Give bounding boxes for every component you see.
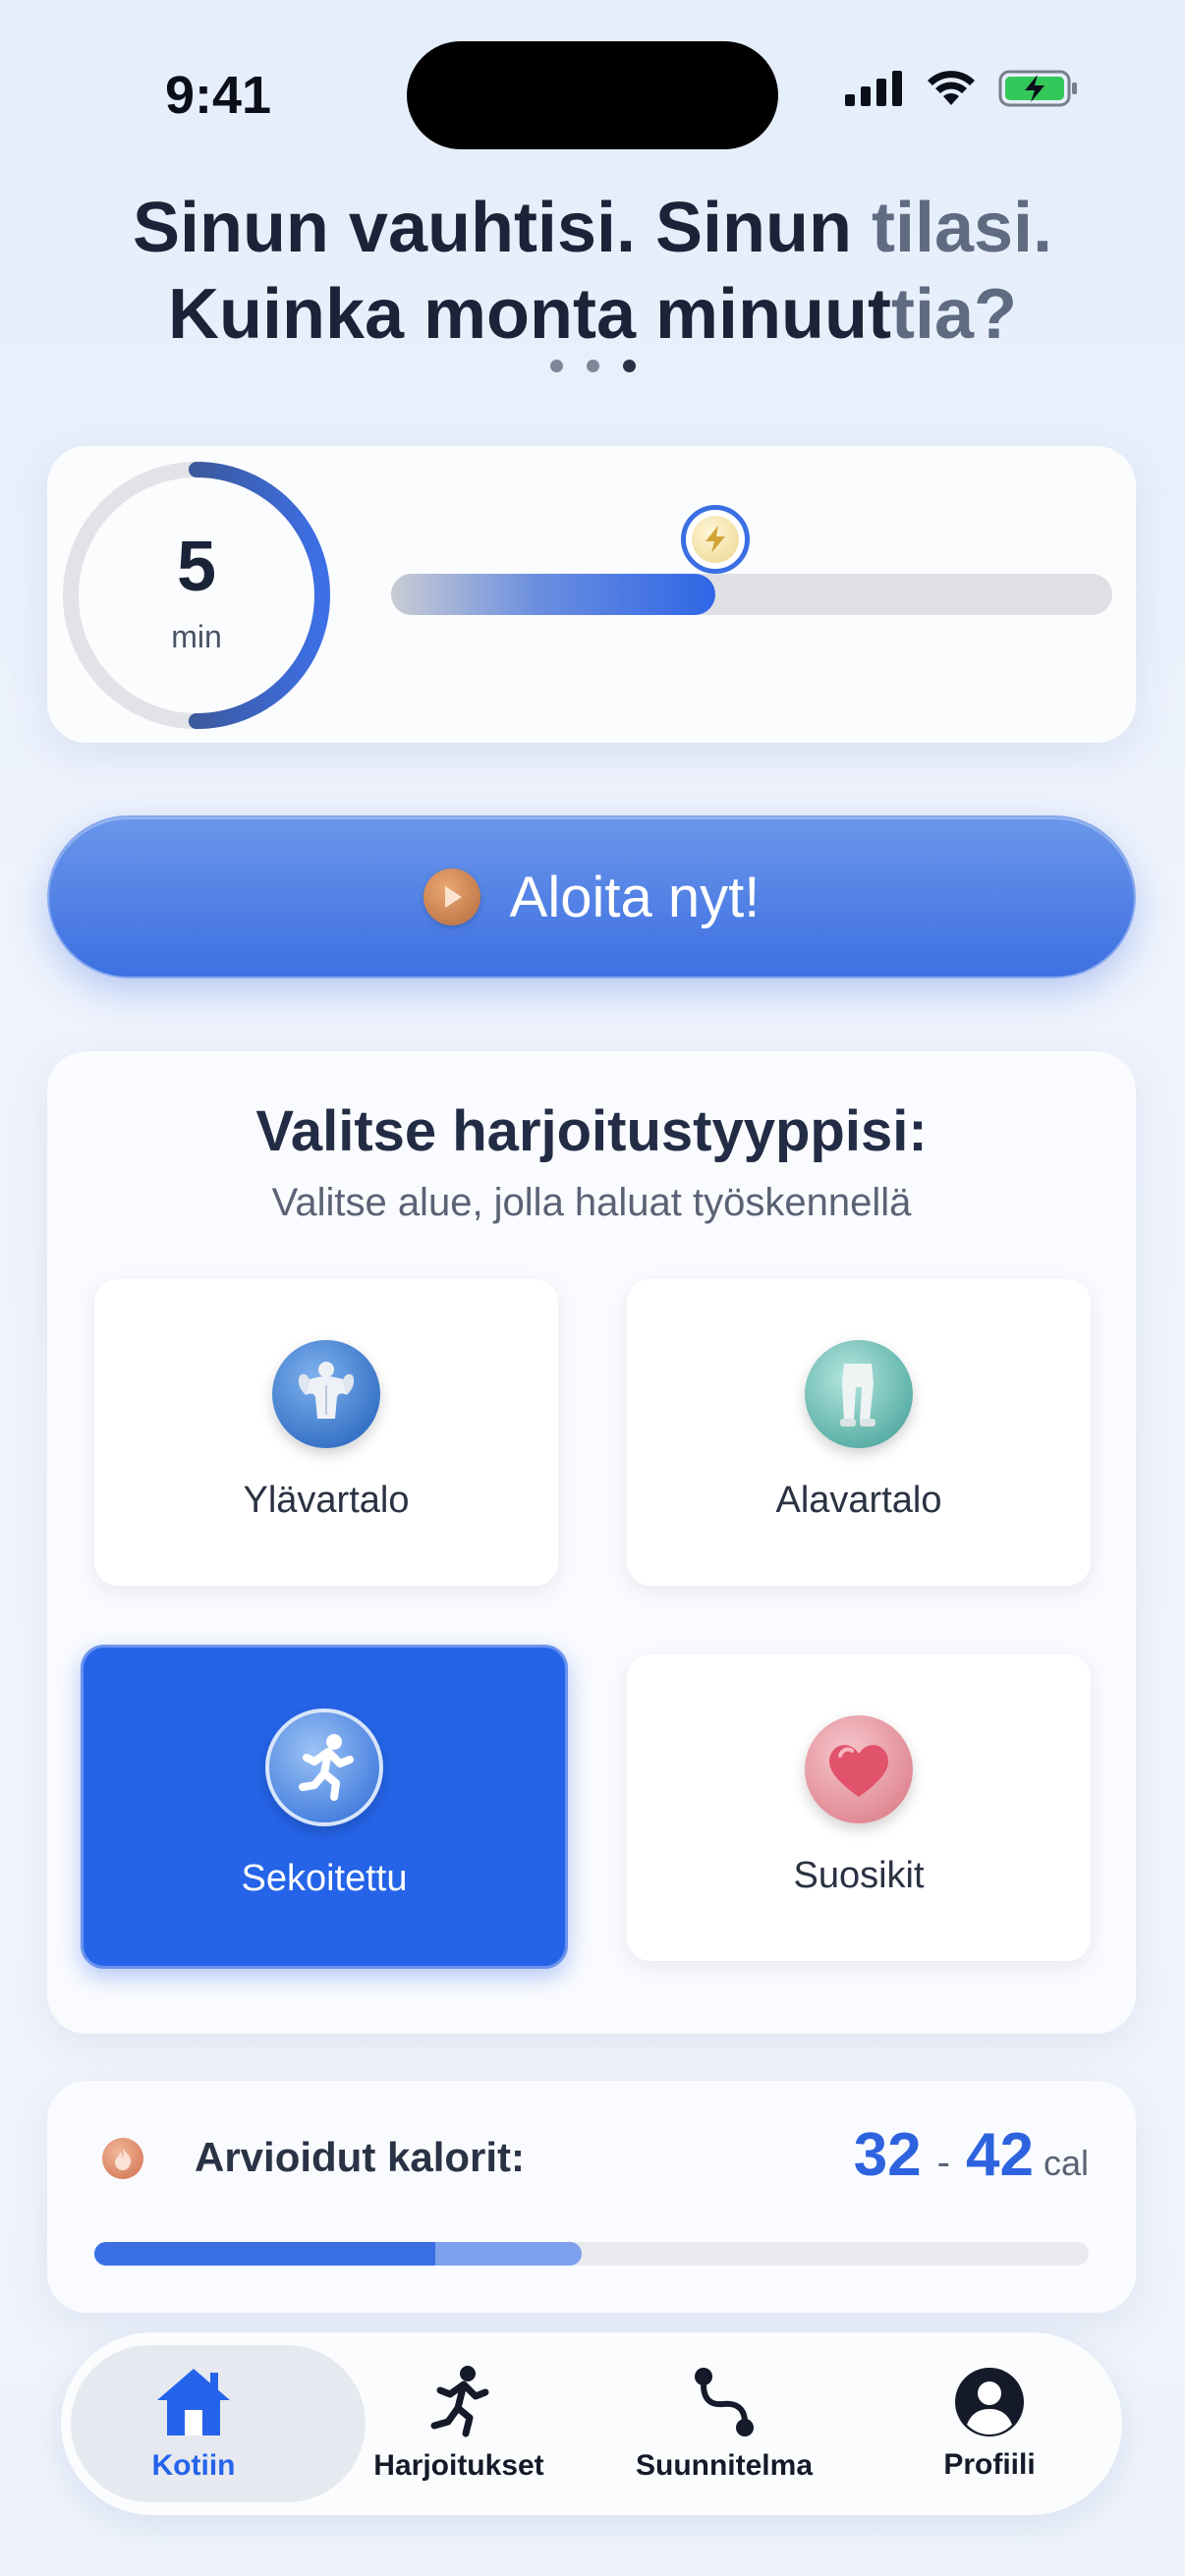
tab-label: Kotiin xyxy=(151,2449,236,2482)
tab-label: Harjoitukset xyxy=(373,2449,544,2482)
calories-card: Arvioidut kalorit: 32 - 42 cal xyxy=(47,2081,1136,2313)
workout-type-subtitle: Valitse alue, jolla haluat työskennellä xyxy=(271,1181,912,1224)
tab-workouts[interactable]: Harjoitukset xyxy=(326,2345,592,2502)
tab-label: Suunnitelma xyxy=(635,2449,813,2482)
duration-slider[interactable] xyxy=(391,574,1112,615)
play-icon xyxy=(423,868,480,925)
tab-label: Profiili xyxy=(943,2448,1036,2481)
calories-unit: cal xyxy=(1043,2143,1089,2183)
page-dot[interactable] xyxy=(586,360,599,372)
upper-body-icon xyxy=(272,1340,380,1448)
page-title-line-2: Kuinka monta minuuttia? xyxy=(167,275,1017,354)
duration-slider-fill xyxy=(391,574,716,615)
runner-icon xyxy=(430,2366,489,2437)
tab-profile[interactable]: Profiili xyxy=(857,2345,1122,2502)
duration-value: 5 xyxy=(176,528,217,606)
workout-option-label: Sekoitettu xyxy=(241,1858,408,1899)
wifi-icon xyxy=(928,71,975,105)
calories-progress-bar xyxy=(94,2242,1089,2266)
page-title-line-1: Sinun vauhtisi. Sinun tilasi. xyxy=(132,189,1053,267)
status-time: 9:41 xyxy=(165,66,272,125)
calories-separator: - xyxy=(936,2141,950,2184)
duration-slider-thumb[interactable] xyxy=(681,505,751,574)
profile-icon xyxy=(955,2368,1024,2436)
dynamic-island xyxy=(407,41,778,149)
battery-charging-icon xyxy=(998,70,1077,107)
workout-type-card: Valitse harjoitustyyppisi: Valitse alue,… xyxy=(47,1051,1136,2034)
workout-type-title: Valitse harjoitustyyppisi: xyxy=(255,1099,928,1163)
tab-bar: Kotiin Harjoitukset Suunnitelma Profiili xyxy=(61,2332,1122,2515)
tab-home[interactable]: Kotiin xyxy=(61,2345,366,2502)
workout-option-label: Suosikit xyxy=(793,1855,925,1896)
status-icons xyxy=(845,69,1079,108)
calories-range: 32 - 42 cal xyxy=(854,2120,1089,2190)
page-indicator[interactable] xyxy=(0,360,1185,372)
bolt-icon xyxy=(692,516,740,563)
calories-min: 32 xyxy=(853,2121,922,2189)
status-bar: 9:41 xyxy=(0,0,1185,187)
workout-option-label: Alavartalo xyxy=(775,1480,942,1521)
flame-icon xyxy=(102,2138,143,2179)
start-button-label: Aloita nyt! xyxy=(509,865,761,929)
duration-card: 5 min xyxy=(47,446,1136,743)
workout-option-favorites[interactable]: Suosikit xyxy=(627,1654,1091,1961)
calories-progress-fill xyxy=(94,2242,582,2266)
running-icon xyxy=(265,1708,383,1826)
tab-plan[interactable]: Suunnitelma xyxy=(592,2345,857,2502)
start-button[interactable]: Aloita nyt! xyxy=(47,815,1136,979)
workout-option-label: Ylävartalo xyxy=(243,1480,410,1521)
lower-body-icon xyxy=(805,1340,913,1448)
page-dot[interactable] xyxy=(549,360,563,372)
route-icon xyxy=(695,2368,754,2436)
calories-label: Arvioidut kalorit: xyxy=(195,2134,526,2180)
cellular-signal-icon xyxy=(845,71,902,106)
page-dot-active[interactable] xyxy=(622,360,636,372)
workout-option-mixed[interactable]: Sekoitettu xyxy=(81,1645,568,1969)
page-header: Sinun vauhtisi. Sinun tilasi. Kuinka mon… xyxy=(0,185,1185,358)
workout-option-lower-body[interactable]: Alavartalo xyxy=(627,1279,1091,1586)
home-icon xyxy=(157,2369,230,2436)
calories-max: 42 xyxy=(966,2121,1034,2189)
heart-icon xyxy=(805,1715,913,1823)
duration-unit: min xyxy=(171,619,222,654)
workout-option-upper-body[interactable]: Ylävartalo xyxy=(94,1279,558,1586)
